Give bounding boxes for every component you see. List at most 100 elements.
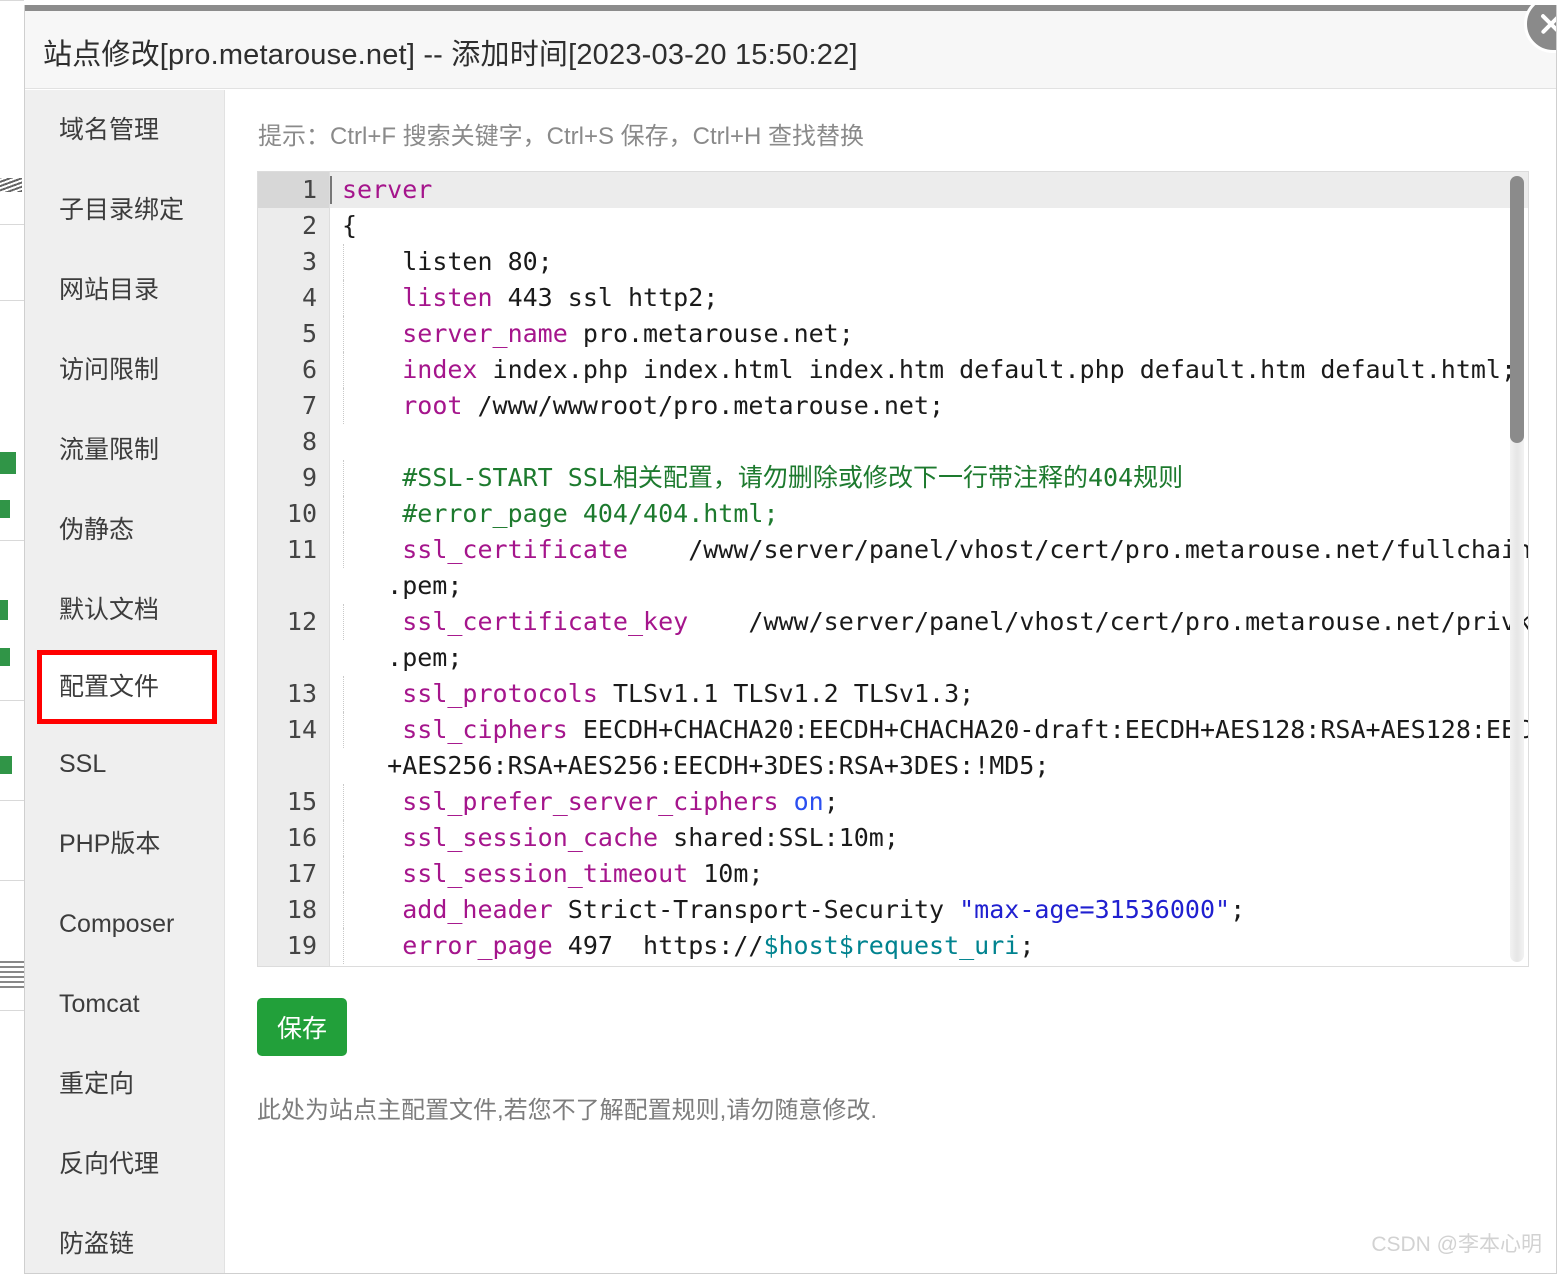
code-token: add_header	[402, 895, 553, 924]
code-token: /www/wwwroot/pro.metarouse.net;	[462, 391, 944, 420]
sidebar-item-9[interactable]: PHP版本	[25, 804, 224, 884]
sidebar-item-11[interactable]: Tomcat	[25, 964, 224, 1044]
sidebar-item-6[interactable]: 默认文档	[25, 570, 224, 650]
code-token: ssl_session_cache	[402, 823, 658, 852]
code-line[interactable]: listen 80;	[330, 244, 1528, 280]
line-number-continuation: .	[258, 640, 329, 676]
sidebar-item-2[interactable]: 网站目录	[25, 250, 224, 330]
line-number: 18	[258, 892, 329, 928]
code-token: 443 ssl http2;	[493, 283, 719, 312]
code-token: ssl_ciphers	[402, 715, 568, 744]
code-token	[779, 787, 794, 816]
code-line[interactable]: #error_page 404/404.html;	[330, 496, 1528, 532]
code-token: ssl_prefer_server_ciphers	[402, 787, 778, 816]
code-line[interactable]: ssl_ciphers EECDH+CHACHA20:EECDH+CHACHA2…	[330, 712, 1528, 748]
sidebar-item-label: 防盗链	[59, 1230, 134, 1258]
line-number: 12	[258, 604, 329, 640]
save-button[interactable]: 保存	[257, 998, 347, 1056]
code-line[interactable]: #SSL-START SSL相关配置，请勿删除或修改下一行带注释的404规则	[330, 460, 1528, 496]
code-token: ssl_protocols	[402, 679, 598, 708]
sidebar-item-3[interactable]: 访问限制	[25, 330, 224, 410]
code-token: 497 https://	[553, 931, 764, 960]
line-number-continuation: .	[258, 568, 329, 604]
code-line[interactable]: index index.php index.html index.htm def…	[330, 352, 1528, 388]
line-number: 8	[258, 424, 329, 460]
code-line[interactable]: server	[330, 172, 1528, 208]
code-line[interactable]: ssl_session_cache shared:SSL:10m;	[330, 820, 1528, 856]
sidebar-item-1[interactable]: 子目录绑定	[25, 170, 224, 250]
code-token: index.php index.html index.htm default.p…	[477, 355, 1516, 384]
code-token	[342, 283, 402, 312]
code-line-continuation[interactable]: .pem;	[330, 568, 1528, 604]
line-number: 17	[258, 856, 329, 892]
code-line-continuation[interactable]: .pem;	[330, 640, 1528, 676]
code-token: shared:SSL:10m;	[658, 823, 899, 852]
page-title: 站点修改[pro.metarouse.net] -- 添加时间[2023-03-…	[43, 31, 858, 73]
code-token	[342, 715, 402, 744]
code-area[interactable]: server { listen 80; listen 443 ssl http2;…	[330, 172, 1528, 966]
code-line[interactable]: root /www/wwwroot/pro.metarouse.net;	[330, 388, 1528, 424]
code-token	[342, 247, 402, 276]
code-line[interactable]: error_page 497 https://$host$request_uri…	[330, 928, 1528, 964]
sidebar-item-14[interactable]: 防盗链	[25, 1204, 224, 1274]
code-line[interactable]: ssl_prefer_server_ciphers on;	[330, 784, 1528, 820]
code-token	[342, 895, 402, 924]
editor-vertical-scrollbar[interactable]	[1510, 176, 1524, 962]
sidebar-item-5[interactable]: 伪静态	[25, 490, 224, 570]
line-number: 7	[258, 388, 329, 424]
scrollbar-thumb[interactable]	[1510, 176, 1524, 443]
code-line[interactable]: add_header Strict-Transport-Security "ma…	[330, 892, 1528, 928]
code-line-continuation[interactable]: +AES256:RSA+AES256:EECDH+3DES:RSA+3DES:!…	[330, 748, 1528, 784]
code-token	[342, 535, 402, 564]
sidebar-item-10[interactable]: Composer	[25, 884, 224, 964]
line-number-continuation: .	[258, 748, 329, 784]
code-line[interactable]: server_name pro.metarouse.net;	[330, 316, 1528, 352]
code-token: server_name	[402, 319, 568, 348]
code-token: ;	[824, 787, 839, 816]
code-token: server	[342, 175, 432, 204]
line-number: 15	[258, 784, 329, 820]
code-token	[342, 463, 402, 492]
close-icon[interactable]	[1524, 5, 1557, 53]
code-line[interactable]: listen 443 ssl http2;	[330, 280, 1528, 316]
code-line[interactable]: ssl_protocols TLSv1.1 TLSv1.2 TLSv1.3;	[330, 676, 1528, 712]
line-number: 2	[258, 208, 329, 244]
code-token: 80;	[493, 247, 553, 276]
code-line[interactable]: ssl_certificate /www/server/panel/vhost/…	[330, 532, 1528, 568]
code-token	[342, 787, 402, 816]
site-edit-dialog: 站点修改[pro.metarouse.net] -- 添加时间[2023-03-…	[24, 5, 1557, 1274]
code-line[interactable]	[330, 424, 1528, 460]
sidebar-item-0[interactable]: 域名管理	[25, 90, 224, 170]
code-token	[342, 823, 402, 852]
sidebar-item-label: 配置文件	[59, 673, 159, 701]
config-file-editor[interactable]: 1234567891011.12.1314.1516171819 server{…	[257, 171, 1529, 967]
sidebar-item-7[interactable]: 配置文件	[37, 650, 217, 724]
sidebar-item-8[interactable]: SSL	[25, 724, 224, 804]
watermark: CSDN @李本心明	[1371, 1228, 1542, 1258]
line-number: 3	[258, 244, 329, 280]
code-token	[342, 355, 402, 384]
sidebar-item-12[interactable]: 重定向	[25, 1044, 224, 1124]
code-token: "max-age=31536000"	[959, 895, 1230, 924]
code-line[interactable]: {	[330, 208, 1528, 244]
code-token: ssl_certificate_key	[402, 607, 688, 636]
code-token: #error_page 404/404.html;	[402, 499, 778, 528]
code-line[interactable]: ssl_certificate_key /www/server/panel/vh…	[330, 604, 1528, 640]
code-token: $host$request_uri	[763, 931, 1019, 960]
sidebar-item-label: 子目录绑定	[59, 196, 184, 224]
code-token: ssl_session_timeout	[402, 859, 688, 888]
sidebar: 域名管理子目录绑定网站目录访问限制流量限制伪静态默认文档配置文件 SSLPHP版本…	[25, 90, 225, 1273]
code-token: index	[402, 355, 477, 384]
line-number: 13	[258, 676, 329, 712]
code-token: listen	[402, 247, 492, 276]
line-number: 6	[258, 352, 329, 388]
line-number-gutter: 1234567891011.12.1314.1516171819	[258, 172, 330, 966]
sidebar-item-label: Tomcat	[59, 990, 140, 1018]
sidebar-item-13[interactable]: 反向代理	[25, 1124, 224, 1204]
code-token: root	[402, 391, 462, 420]
code-token	[342, 931, 402, 960]
code-line[interactable]: ssl_session_timeout 10m;	[330, 856, 1528, 892]
code-token: EECDH+CHACHA20:EECDH+CHACHA20-draft:EECD…	[568, 715, 1528, 744]
code-token	[342, 679, 402, 708]
sidebar-item-4[interactable]: 流量限制	[25, 410, 224, 490]
